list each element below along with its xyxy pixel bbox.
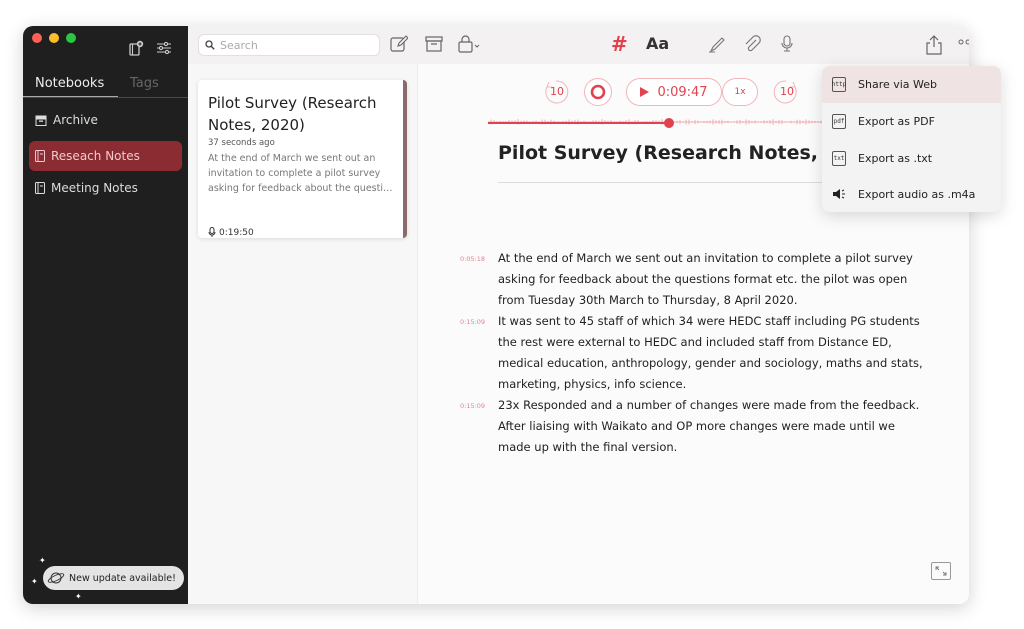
- note-card-time: 37 seconds ago: [208, 138, 275, 148]
- tab-notebooks[interactable]: Notebooks: [23, 74, 118, 97]
- search-input[interactable]: [220, 38, 370, 52]
- minimize-window-button[interactable]: [49, 33, 59, 43]
- paragraph-timestamp[interactable]: 0:15:09: [460, 402, 485, 410]
- notebook-icon: [35, 182, 45, 194]
- sidebar: Notebooks Tags Archive Reseach Notes Mee…: [23, 26, 188, 604]
- export-txt-item[interactable]: txt Export as .txt: [822, 140, 1001, 177]
- share-menu: http Share via Web pdf Export as PDF txt…: [822, 66, 1001, 212]
- planet-icon: [47, 572, 65, 584]
- sparkle-icon: ✦: [75, 592, 82, 601]
- note-card-duration: 0:19:50: [208, 227, 254, 238]
- playback-speed-button[interactable]: 1x: [722, 78, 758, 106]
- note-card[interactable]: Pilot Survey (Research Notes, 2020) 37 s…: [198, 80, 407, 238]
- share-via-web-item[interactable]: http Share via Web: [822, 66, 1001, 103]
- note-paragraph[interactable]: It was sent to 45 staff of which 34 were…: [498, 311, 923, 395]
- sidebar-tools: [128, 40, 172, 56]
- menu-item-label: Share via Web: [858, 78, 938, 91]
- forward-label: 10: [780, 85, 794, 98]
- export-audio-item[interactable]: Export audio as .m4a: [822, 176, 1001, 212]
- http-icon: http: [832, 77, 846, 92]
- sidebar-item-meeting-notes[interactable]: Meeting Notes: [29, 173, 182, 203]
- speaker-icon: [832, 187, 846, 204]
- search-icon: [205, 40, 215, 50]
- export-pdf-item[interactable]: pdf Export as PDF: [822, 103, 1001, 140]
- menu-item-label: Export as PDF: [858, 115, 935, 128]
- lock-icon[interactable]: [458, 35, 482, 53]
- playback-time: 0:09:47: [657, 84, 708, 100]
- paragraph-timestamp[interactable]: 0:15:09: [460, 318, 485, 326]
- compose-icon[interactable]: [390, 35, 408, 53]
- play-icon: [640, 87, 650, 97]
- note-title[interactable]: Pilot Survey (Research Notes, 2020: [498, 142, 878, 164]
- update-available-button[interactable]: New update available!: [43, 566, 184, 590]
- archive-icon: [35, 115, 47, 126]
- highlighter-icon[interactable]: [708, 35, 726, 53]
- rewind-10-button[interactable]: 10: [542, 78, 570, 106]
- share-icon[interactable]: [925, 35, 943, 55]
- search-box[interactable]: [198, 34, 380, 56]
- update-label: New update available!: [69, 572, 176, 584]
- window-controls: [32, 33, 76, 43]
- menu-item-label: Export as .txt: [858, 152, 933, 165]
- sidebar-item-archive[interactable]: Archive: [29, 105, 182, 135]
- playback-progress: [488, 122, 668, 124]
- new-notebook-icon[interactable]: [128, 40, 144, 56]
- sidebar-item-label: Archive: [53, 113, 98, 127]
- rewind-label: 10: [550, 85, 564, 98]
- playback-scrubber[interactable]: [664, 118, 674, 128]
- more-icon[interactable]: [958, 39, 969, 45]
- menu-item-label: Export audio as .m4a: [858, 188, 976, 201]
- note-list: Pilot Survey (Research Notes, 2020) 37 s…: [188, 64, 418, 604]
- sidebar-item-reseach-notes[interactable]: Reseach Notes: [29, 141, 182, 171]
- txt-icon: txt: [832, 151, 846, 166]
- filter-settings-icon[interactable]: [156, 40, 172, 56]
- sparkle-icon: ✦: [39, 556, 46, 565]
- note-card-preview: At the end of March we sent out an invit…: [208, 153, 393, 194]
- notebook-icon: [35, 150, 45, 162]
- sparkle-icon: ✦: [31, 577, 38, 586]
- note-paragraph[interactable]: At the end of March we sent out an invit…: [498, 248, 923, 311]
- sidebar-item-label: Meeting Notes: [51, 181, 138, 195]
- attachment-icon[interactable]: [743, 35, 761, 53]
- tag-icon[interactable]: #: [611, 32, 628, 56]
- record-icon: [590, 84, 606, 100]
- paragraph-timestamp[interactable]: 0:05:18: [460, 255, 485, 263]
- microphone-icon[interactable]: [780, 35, 794, 53]
- tab-tags[interactable]: Tags: [118, 74, 178, 97]
- duration-text: 0:19:50: [219, 227, 254, 238]
- play-button[interactable]: 0:09:47: [626, 78, 722, 106]
- pdf-icon: pdf: [832, 114, 846, 129]
- expand-view-button[interactable]: [931, 562, 951, 580]
- microphone-icon: [208, 227, 216, 237]
- title-divider: [498, 182, 838, 183]
- font-format-icon[interactable]: Aa: [646, 34, 669, 53]
- sidebar-item-label: Reseach Notes: [51, 149, 140, 163]
- archive-icon[interactable]: [425, 35, 443, 53]
- note-card-title: Pilot Survey (Research Notes, 2020): [208, 94, 377, 134]
- expand-icon: [935, 566, 947, 576]
- toolbar: # Aa: [188, 26, 969, 64]
- close-window-button[interactable]: [32, 33, 42, 43]
- zoom-window-button[interactable]: [66, 33, 76, 43]
- sidebar-tabs: Notebooks Tags: [23, 74, 188, 98]
- note-paragraph[interactable]: 23x Responded and a number of changes we…: [498, 395, 923, 458]
- forward-10-button[interactable]: 10: [772, 78, 800, 106]
- record-button[interactable]: [584, 78, 612, 106]
